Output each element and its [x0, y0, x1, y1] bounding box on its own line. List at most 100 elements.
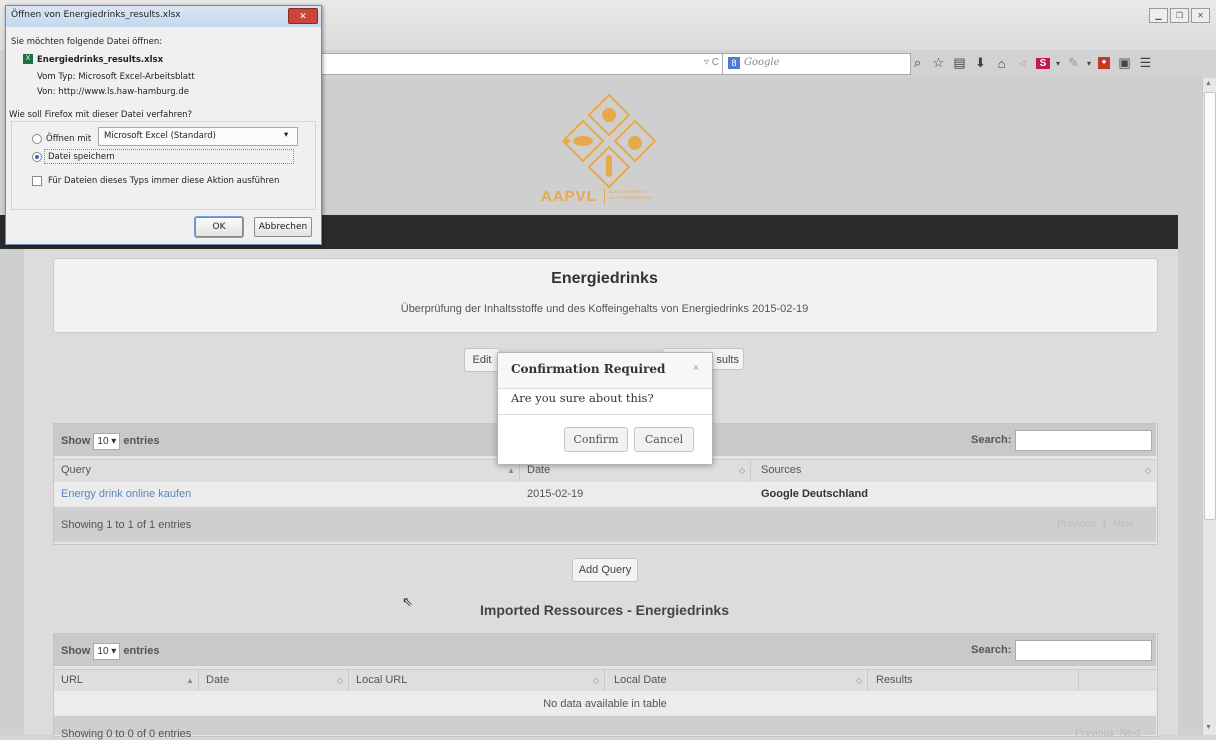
- dialog-file-type: Vom Typ: Microsoft Excel-Arbeitsblatt: [37, 72, 195, 82]
- dialog-filename: Energiedrinks_results.xlsx: [37, 55, 164, 65]
- pager-previous[interactable]: Previous: [1057, 519, 1096, 530]
- show-entries: Show 10 ▾ entries: [61, 643, 159, 660]
- imported-table-footer: [54, 716, 1156, 735]
- empty-table-message: No data available in table: [543, 698, 667, 710]
- entries-select[interactable]: 10 ▾: [93, 433, 121, 450]
- addon-icon[interactable]: ✎: [1063, 55, 1084, 71]
- minimize-icon[interactable]: ▁: [1149, 8, 1168, 23]
- logo-divider: [604, 188, 605, 204]
- always-label[interactable]: Für Dateien dieses Typs immer diese Akti…: [48, 176, 279, 186]
- pager-next[interactable]: Next: [1113, 519, 1134, 530]
- menu-icon[interactable]: ☰: [1135, 55, 1156, 71]
- sort-icon[interactable]: ◇: [593, 676, 599, 685]
- sort-asc-icon[interactable]: ▲: [507, 466, 515, 475]
- table-row: [54, 482, 1156, 506]
- browser-toolbar: ⌕ ☆ ▤ ⬇ ⌂ ◃ S ▾ ✎ ▾ ● ▣ ☰: [907, 53, 1156, 73]
- queries-table-footer: [54, 507, 1156, 542]
- search-label: Search:: [971, 434, 1012, 446]
- dropdown-icon[interactable]: ▾: [1084, 59, 1094, 68]
- pager-previous[interactable]: Previous: [1075, 728, 1114, 739]
- column-header-query[interactable]: Query: [61, 464, 91, 476]
- table-info: Showing 0 to 0 of 0 entries: [61, 728, 192, 740]
- restore-icon[interactable]: ❐: [1170, 8, 1189, 23]
- project-subtitle: Überprüfung der Inhaltsstoffe und des Ko…: [400, 303, 809, 315]
- modal-title: Confirmation Required: [511, 362, 666, 376]
- dialog-file-source: Von: http://www.ls.haw-hamburg.de: [37, 87, 189, 97]
- modal-message: Are you sure about this?: [511, 391, 654, 405]
- chevron-down-icon: ▾: [284, 130, 289, 140]
- pager-page[interactable]: 1: [1102, 519, 1108, 530]
- dialog-intro: Sie möchten folgende Datei öffnen:: [11, 37, 163, 47]
- column-header-date[interactable]: Date: [206, 674, 229, 686]
- address-bar[interactable]: ▿ C: [310, 53, 726, 75]
- send-icon[interactable]: ◃: [1012, 55, 1033, 71]
- pager-next[interactable]: Next: [1120, 728, 1141, 739]
- confirmation-modal: Confirmation Required × Are you sure abo…: [497, 352, 713, 464]
- add-query-button[interactable]: Add Query: [572, 558, 638, 582]
- download-icon[interactable]: ⬇: [970, 55, 991, 71]
- imported-search-input[interactable]: [1015, 640, 1152, 661]
- search-go-icon[interactable]: ⌕: [907, 55, 928, 71]
- close-window-icon[interactable]: ✕: [1191, 8, 1210, 23]
- addon-s-icon[interactable]: S: [1036, 57, 1050, 69]
- sort-icon[interactable]: ◇: [739, 466, 745, 475]
- ok-button[interactable]: OK: [195, 217, 243, 237]
- home-icon[interactable]: ⌂: [991, 56, 1012, 71]
- dropdown-icon[interactable]: ▾: [1053, 59, 1063, 68]
- scroll-down-icon[interactable]: ▼: [1205, 724, 1212, 731]
- download-dialog: Öffnen von Energiedrinks_results.xlsx ✕ …: [5, 5, 322, 245]
- addon-red-icon[interactable]: ●: [1098, 57, 1110, 69]
- reload-icon[interactable]: ▿ C: [704, 57, 719, 68]
- open-with-radio[interactable]: [32, 134, 42, 144]
- open-with-select[interactable]: Microsoft Excel (Standard) ▾: [98, 127, 298, 146]
- column-header-url[interactable]: URL: [61, 674, 83, 686]
- cancel-button[interactable]: Abbrechen: [254, 217, 312, 237]
- save-file-radio[interactable]: [32, 152, 42, 162]
- column-header-local-url[interactable]: Local URL: [356, 674, 407, 686]
- always-checkbox[interactable]: [32, 176, 42, 186]
- dialog-question: Wie soll Firefox mit dieser Datei verfah…: [9, 110, 193, 120]
- logo-icon: [561, 93, 657, 189]
- edit-button[interactable]: Edit: [464, 348, 500, 372]
- column-header-local-date[interactable]: Local Date: [614, 674, 667, 686]
- project-title: Energiedrinks: [551, 270, 658, 287]
- column-header-results[interactable]: Results: [876, 674, 913, 686]
- queries-search-input[interactable]: [1015, 430, 1152, 451]
- bookmarks-menu-icon[interactable]: ▤: [949, 55, 970, 71]
- search-label: Search:: [971, 644, 1012, 656]
- query-sources: Google Deutschland: [761, 488, 868, 500]
- excel-file-icon: X: [23, 54, 33, 64]
- bookmark-star-icon[interactable]: ☆: [928, 55, 949, 71]
- lock-icon[interactable]: ▣: [1114, 55, 1135, 71]
- confirm-button[interactable]: Confirm: [564, 427, 628, 452]
- modal-footer: Confirm Cancel: [498, 414, 712, 464]
- entries-select[interactable]: 10 ▾: [93, 643, 121, 660]
- save-file-label[interactable]: Datei speichern: [48, 152, 115, 162]
- close-icon[interactable]: ✕: [288, 8, 318, 24]
- imported-heading: Imported Ressources - Energiedrinks: [480, 602, 729, 618]
- open-with-label[interactable]: Öffnen mit: [46, 134, 91, 144]
- logo-tagline: AUTOMATISIERTES ANALYSEVERFAHREN: [609, 189, 652, 200]
- search-placeholder: Google: [744, 57, 780, 68]
- dialog-title: Öffnen von Energiedrinks_results.xlsx: [11, 10, 181, 20]
- search-engine-icon[interactable]: 8: [728, 57, 740, 69]
- scrollbar-thumb[interactable]: [1204, 92, 1216, 520]
- query-date: 2015-02-19: [527, 488, 584, 500]
- search-input[interactable]: 8 Google: [722, 53, 911, 75]
- logo-wordmark: AAPVL: [541, 188, 597, 205]
- window-controls: ▁ ❐ ✕: [1149, 8, 1210, 23]
- sort-asc-icon[interactable]: ▲: [186, 676, 194, 685]
- sort-icon[interactable]: ◇: [1145, 466, 1151, 475]
- scroll-up-icon[interactable]: ▲: [1205, 80, 1212, 87]
- column-header-date[interactable]: Date: [527, 464, 550, 476]
- query-link[interactable]: Energy drink online kaufen: [61, 488, 191, 500]
- close-icon[interactable]: ×: [693, 363, 699, 374]
- table-info: Showing 1 to 1 of 1 entries: [61, 519, 192, 531]
- pagination: Previous Next: [1075, 728, 1140, 739]
- column-header-sources[interactable]: Sources: [761, 464, 801, 476]
- show-entries: Show 10 ▾ entries: [61, 433, 159, 450]
- sort-icon[interactable]: ◇: [856, 676, 862, 685]
- cancel-button[interactable]: Cancel: [634, 427, 694, 452]
- pagination: Previous 1 Next: [1057, 519, 1134, 530]
- sort-icon[interactable]: ◇: [337, 676, 343, 685]
